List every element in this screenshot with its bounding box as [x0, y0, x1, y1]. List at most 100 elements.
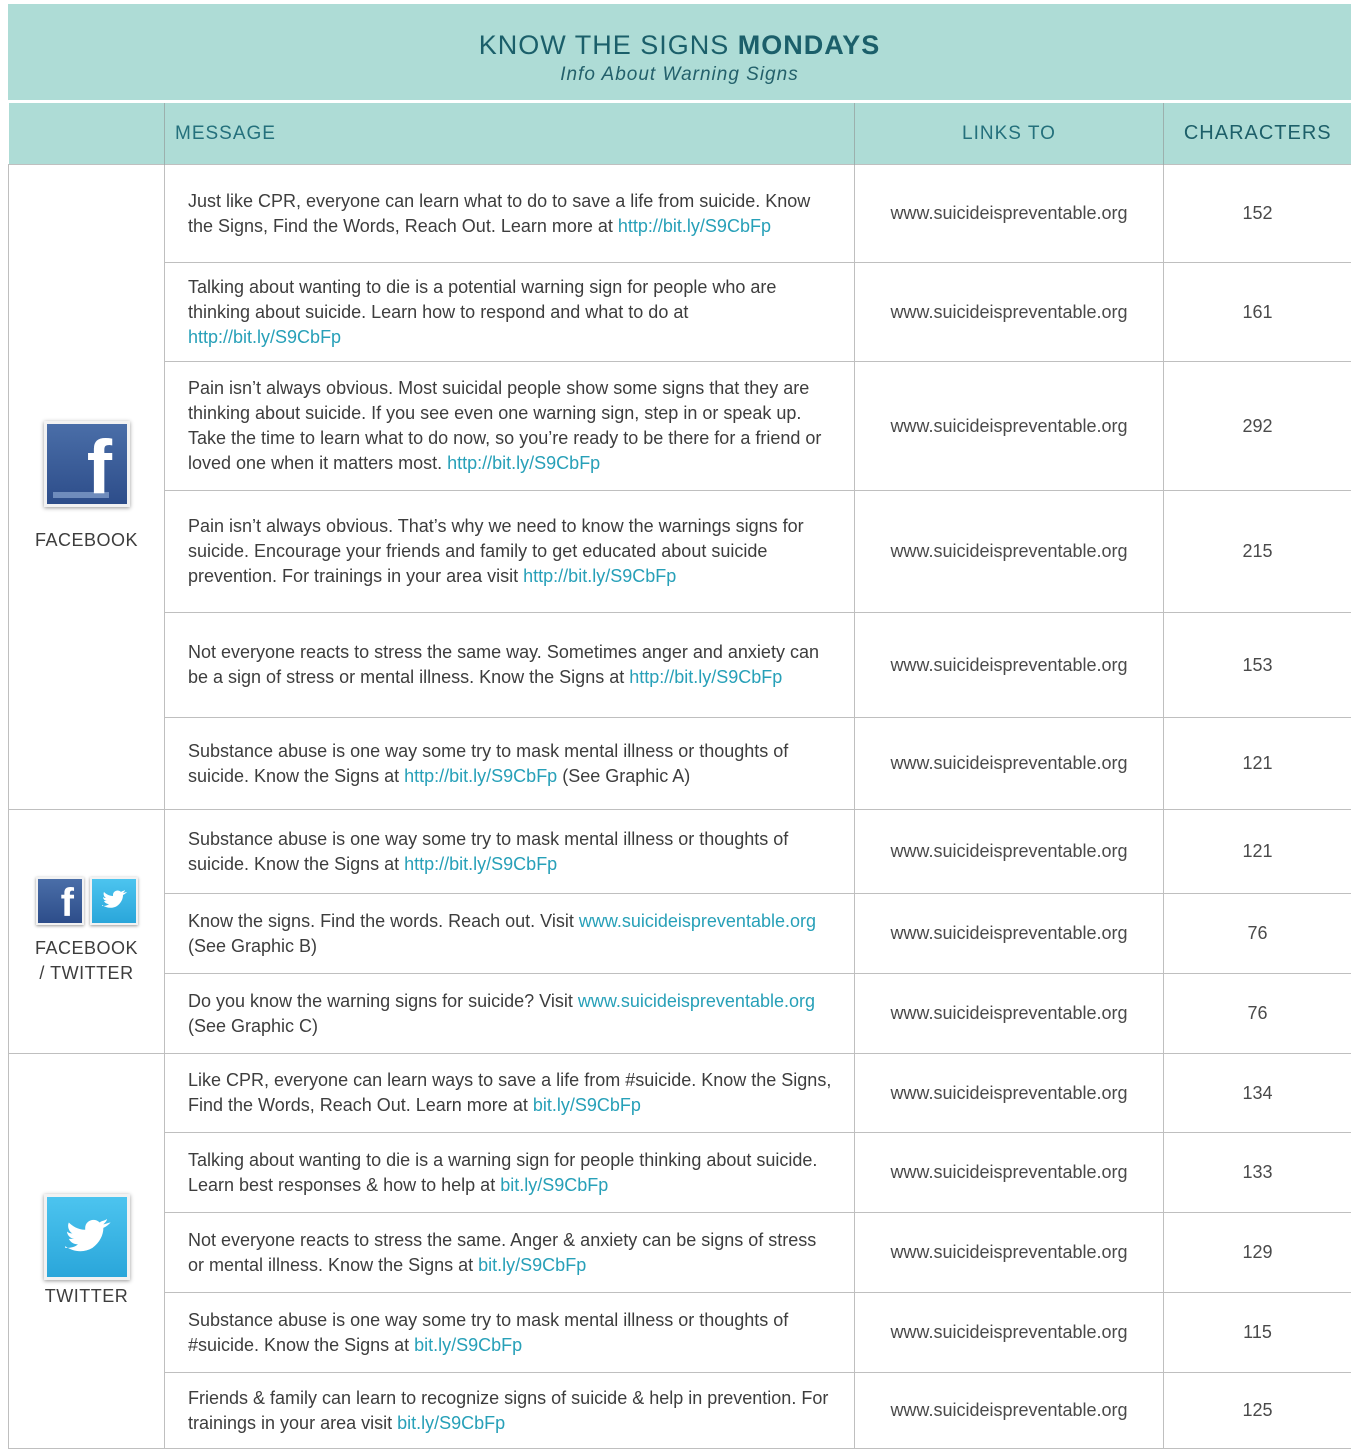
- characters-cell: 121: [1164, 718, 1351, 810]
- message-cell: Substance abuse is one way some try to m…: [165, 1293, 855, 1373]
- facebook-icon: f: [36, 877, 84, 925]
- message-link[interactable]: bit.ly/S9CbFp: [414, 1335, 522, 1355]
- table-row: fFACEBOOK/ TWITTERSubstance abuse is one…: [9, 810, 1351, 894]
- page-subtitle: Info About Warning Signs: [8, 62, 1351, 88]
- characters-cell: 129: [1164, 1213, 1351, 1293]
- table-row: Do you know the warning signs for suicid…: [9, 974, 1351, 1054]
- twitter-icon: [90, 877, 138, 925]
- characters-column-header: CHARACTERS: [1164, 103, 1351, 165]
- message-cell: Like CPR, everyone can learn ways to sav…: [165, 1054, 855, 1133]
- links-to-cell: www.suicideispreventable.org: [855, 1054, 1164, 1133]
- links-to-cell: www.suicideispreventable.org: [855, 974, 1164, 1054]
- message-text: Talking about wanting to die is a potent…: [188, 277, 776, 322]
- platform-column-header: [9, 103, 165, 165]
- message-link[interactable]: http://bit.ly/S9CbFp: [618, 216, 771, 236]
- message-cell: Substance abuse is one way some try to m…: [165, 718, 855, 810]
- links-to-cell: www.suicideispreventable.org: [855, 718, 1164, 810]
- characters-cell: 76: [1164, 894, 1351, 974]
- platform-label: FACEBOOK: [9, 528, 164, 553]
- message-link[interactable]: www.suicideispreventable.org: [578, 991, 815, 1011]
- facebook-twitter-icons: f: [36, 877, 138, 925]
- message-link[interactable]: bit.ly/S9CbFp: [397, 1413, 505, 1433]
- title-light: KNOW THE SIGNS: [479, 30, 730, 60]
- table-row: Substance abuse is one way some try to m…: [9, 718, 1351, 810]
- message-link[interactable]: http://bit.ly/S9CbFp: [523, 566, 676, 586]
- characters-cell: 153: [1164, 613, 1351, 718]
- links-column-header: LINKS TO: [855, 103, 1164, 165]
- message-link[interactable]: bit.ly/S9CbFp: [533, 1095, 641, 1115]
- message-link[interactable]: bit.ly/S9CbFp: [478, 1255, 586, 1275]
- message-text: Do you know the warning signs for suicid…: [188, 991, 578, 1011]
- facebook-icon: f: [44, 421, 130, 507]
- links-to-cell: www.suicideispreventable.org: [855, 1213, 1164, 1293]
- links-to-cell: www.suicideispreventable.org: [855, 894, 1164, 974]
- platform-cell: TWITTER: [9, 1054, 165, 1449]
- characters-cell: 292: [1164, 362, 1351, 491]
- platform-label: / TWITTER: [9, 961, 164, 986]
- characters-cell: 161: [1164, 263, 1351, 362]
- table-row: Talking about wanting to die is a potent…: [9, 263, 1351, 362]
- characters-cell: 125: [1164, 1373, 1351, 1449]
- page-title: KNOW THE SIGNS MONDAYS: [8, 4, 1351, 60]
- message-cell: Not everyone reacts to stress the same. …: [165, 1213, 855, 1293]
- message-link[interactable]: bit.ly/S9CbFp: [500, 1175, 608, 1195]
- platform-label: TWITTER: [9, 1284, 164, 1309]
- characters-cell: 115: [1164, 1293, 1351, 1373]
- links-to-cell: www.suicideispreventable.org: [855, 613, 1164, 718]
- message-text: Know the signs. Find the words. Reach ou…: [188, 911, 579, 931]
- links-to-cell: www.suicideispreventable.org: [855, 263, 1164, 362]
- message-cell: Talking about wanting to die is a potent…: [165, 263, 855, 362]
- table-row: Not everyone reacts to stress the same. …: [9, 1213, 1351, 1293]
- title-bold: MONDAYS: [738, 30, 881, 60]
- messages-table: MESSAGE LINKS TO CHARACTERS fFACEBOOKJus…: [8, 103, 1351, 1449]
- message-cell: Pain isn’t always obvious. Most suicidal…: [165, 362, 855, 491]
- message-link[interactable]: www.suicideispreventable.org: [579, 911, 816, 931]
- message-cell: Just like CPR, everyone can learn what t…: [165, 165, 855, 263]
- message-cell: Substance abuse is one way some try to m…: [165, 810, 855, 894]
- table-row: Not everyone reacts to stress the same w…: [9, 613, 1351, 718]
- table-row: fFACEBOOKJust like CPR, everyone can lea…: [9, 165, 1351, 263]
- table-row: Know the signs. Find the words. Reach ou…: [9, 894, 1351, 974]
- table-row: Substance abuse is one way some try to m…: [9, 1293, 1351, 1373]
- message-link[interactable]: http://bit.ly/S9CbFp: [447, 453, 600, 473]
- message-text: Pain isn’t always obvious. That’s why we…: [188, 516, 804, 586]
- message-cell: Pain isn’t always obvious. That’s why we…: [165, 491, 855, 613]
- links-to-cell: www.suicideispreventable.org: [855, 1293, 1164, 1373]
- message-cell: Friends & family can learn to recognize …: [165, 1373, 855, 1449]
- platform-cell: f FACEBOOK/ TWITTER: [9, 810, 165, 1054]
- message-link[interactable]: http://bit.ly/S9CbFp: [629, 667, 782, 687]
- message-note: (See Graphic C): [188, 1016, 318, 1036]
- message-link[interactable]: http://bit.ly/S9CbFp: [404, 854, 557, 874]
- message-link[interactable]: http://bit.ly/S9CbFp: [188, 327, 341, 347]
- platform-label: FACEBOOK: [9, 936, 164, 961]
- twitter-icon: [44, 1194, 130, 1280]
- message-note: (See Graphic A): [557, 766, 690, 786]
- characters-cell: 134: [1164, 1054, 1351, 1133]
- characters-cell: 76: [1164, 974, 1351, 1054]
- table-row: Pain isn’t always obvious. That’s why we…: [9, 491, 1351, 613]
- characters-cell: 152: [1164, 165, 1351, 263]
- links-to-cell: www.suicideispreventable.org: [855, 491, 1164, 613]
- header-banner: KNOW THE SIGNS MONDAYS Info About Warnin…: [8, 4, 1351, 103]
- message-note: (See Graphic B): [188, 936, 317, 956]
- table-row: Pain isn’t always obvious. Most suicidal…: [9, 362, 1351, 491]
- message-cell: Not everyone reacts to stress the same w…: [165, 613, 855, 718]
- links-to-cell: www.suicideispreventable.org: [855, 1133, 1164, 1213]
- message-column-header: MESSAGE: [165, 103, 855, 165]
- message-cell: Talking about wanting to die is a warnin…: [165, 1133, 855, 1213]
- table-row: Talking about wanting to die is a warnin…: [9, 1133, 1351, 1213]
- table-row: TWITTERLike CPR, everyone can learn ways…: [9, 1054, 1351, 1133]
- message-text: Friends & family can learn to recognize …: [188, 1388, 828, 1433]
- message-text: Like CPR, everyone can learn ways to sav…: [188, 1070, 831, 1115]
- links-to-cell: www.suicideispreventable.org: [855, 1373, 1164, 1449]
- page: KNOW THE SIGNS MONDAYS Info About Warnin…: [8, 4, 1351, 1449]
- table-header-row: MESSAGE LINKS TO CHARACTERS: [9, 103, 1351, 165]
- characters-cell: 121: [1164, 810, 1351, 894]
- characters-cell: 215: [1164, 491, 1351, 613]
- message-cell: Know the signs. Find the words. Reach ou…: [165, 894, 855, 974]
- links-to-cell: www.suicideispreventable.org: [855, 362, 1164, 491]
- links-to-cell: www.suicideispreventable.org: [855, 165, 1164, 263]
- message-link[interactable]: http://bit.ly/S9CbFp: [404, 766, 557, 786]
- characters-cell: 133: [1164, 1133, 1351, 1213]
- platform-cell: f FACEBOOK: [9, 165, 165, 810]
